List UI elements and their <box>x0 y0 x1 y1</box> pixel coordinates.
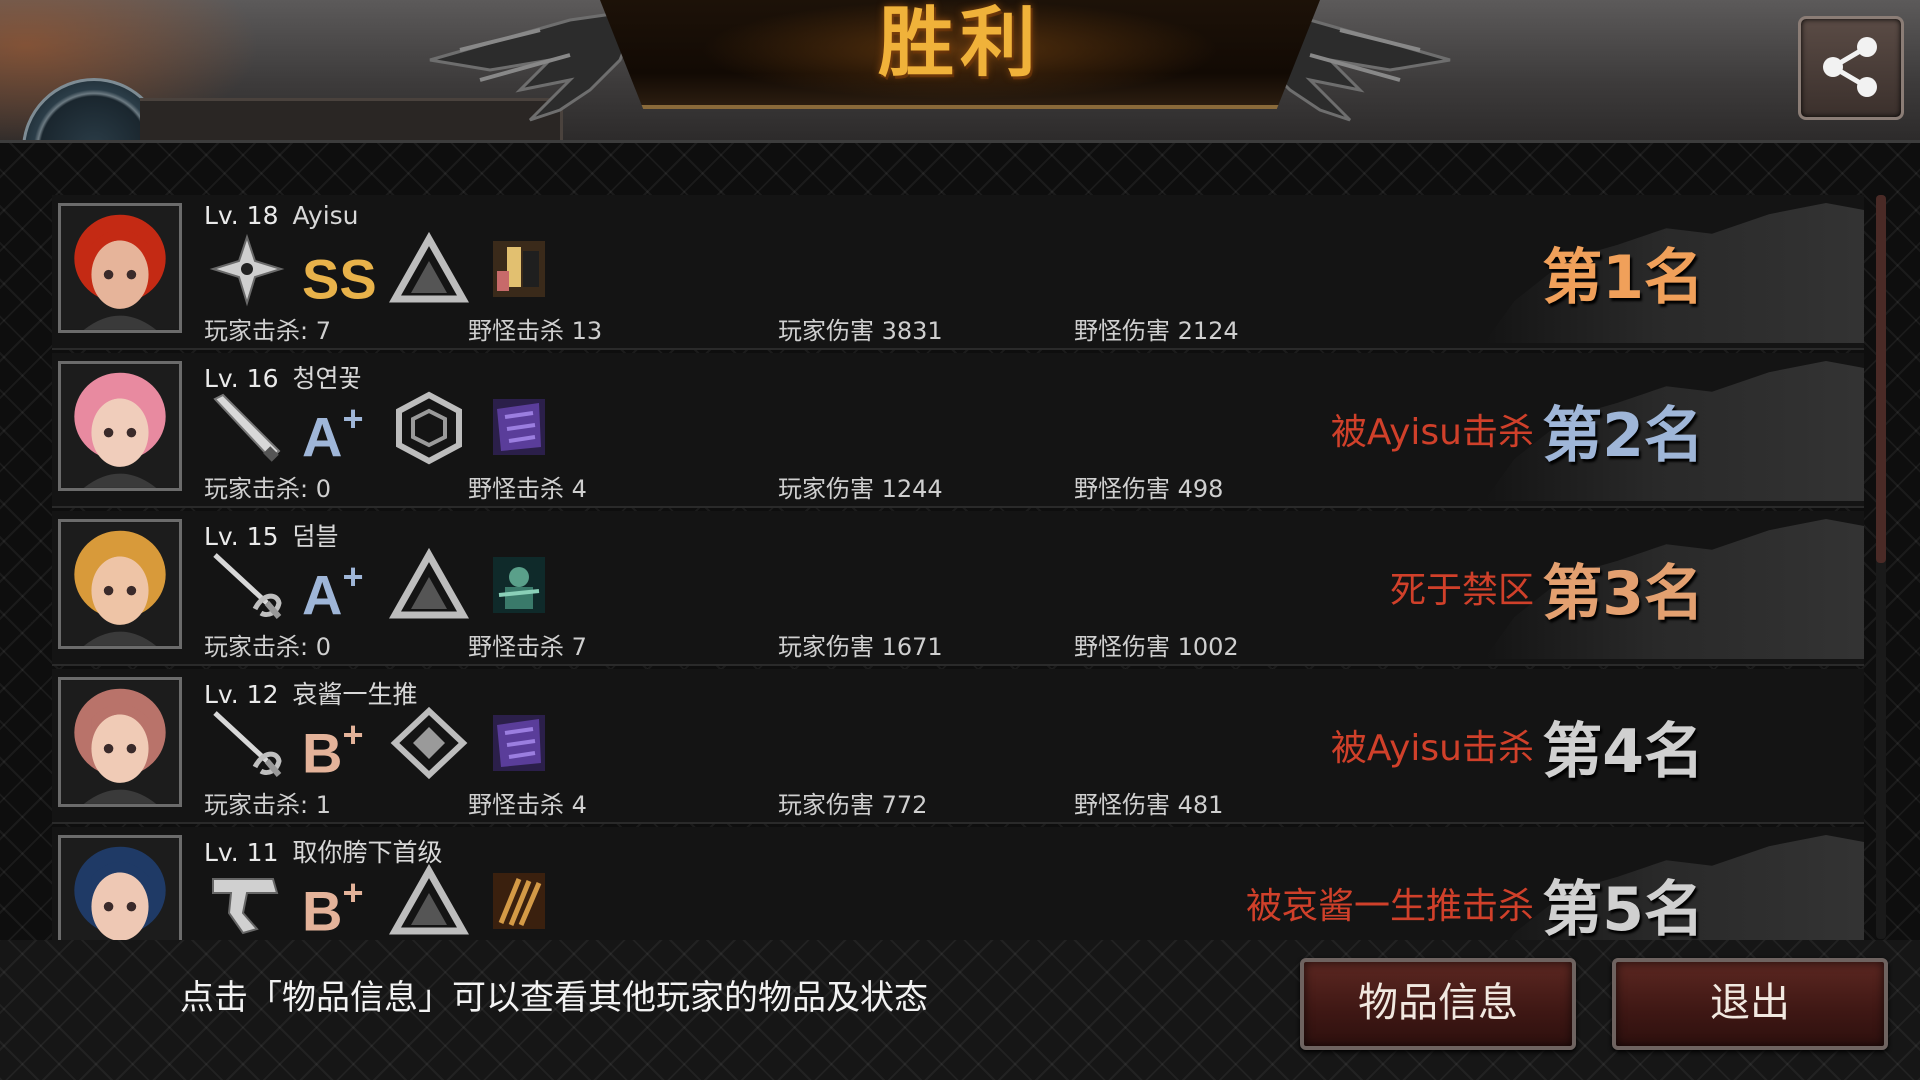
claw-icon[interactable] <box>479 863 559 939</box>
player-row[interactable]: Lv. 16 청연꽃 A+ 玩家击杀: 0 野怪击杀 4 玩家伤害 1244 野怪伤害 49… <box>52 353 1864 508</box>
player-kills: 玩家击杀: 0 <box>204 475 331 503</box>
player-portrait[interactable] <box>58 519 182 649</box>
rapier-icon[interactable] <box>207 547 287 623</box>
player-level-line: Lv. 18 Ayisu <box>204 201 359 230</box>
scrollbar[interactable] <box>1876 195 1886 939</box>
hexagon-icon[interactable] <box>389 389 469 465</box>
player-portrait[interactable] <box>58 677 182 807</box>
grade-badge: A+ <box>302 551 363 628</box>
item-info-button[interactable]: 物品信息 <box>1300 958 1576 1050</box>
grade-text: SS <box>302 247 377 311</box>
rank-label: 第4名 <box>1542 717 1704 787</box>
exit-button[interactable]: 退出 <box>1612 958 1888 1050</box>
diamond-icon[interactable] <box>389 705 469 781</box>
grade-plus: + <box>342 872 364 913</box>
monster-damage: 野怪伤害 1002 <box>1074 633 1239 661</box>
creature-icon[interactable] <box>479 389 559 465</box>
share-icon <box>1823 37 1877 97</box>
equipment-icons: A+ <box>207 389 567 469</box>
grade-plus: + <box>342 398 364 439</box>
grade-badge: B+ <box>302 867 363 943</box>
triangle-icon[interactable] <box>388 547 470 623</box>
player-damage: 玩家伤害 772 <box>778 791 928 819</box>
grade-text: B <box>302 721 343 785</box>
player-portrait[interactable] <box>58 203 182 333</box>
death-cause: 被Ayisu击杀 <box>1330 412 1534 453</box>
triangle-icon[interactable] <box>388 231 470 307</box>
top-scene: 胜利 <box>0 0 1920 222</box>
rank-label: 第5名 <box>1542 875 1704 943</box>
page-title: 胜利 <box>878 0 1042 87</box>
grade-badge: SS <box>302 235 377 312</box>
grade-text: A <box>302 563 343 627</box>
rank-label: 第3名 <box>1542 559 1704 629</box>
player-damage: 玩家伤害 1244 <box>778 475 943 503</box>
hint-text: 点击「物品信息」可以查看其他玩家的物品及状态 <box>180 978 928 1018</box>
monster-damage: 野怪伤害 498 <box>1074 475 1224 503</box>
results-panel: Lv. 18 Ayisu SS 玩家击杀: 7 野怪击杀 13 玩家伤害 3831 野怪伤害… <box>0 140 1920 943</box>
player-portrait[interactable] <box>58 835 182 943</box>
rank-label: 第1名 <box>1542 243 1704 313</box>
equipment-icons: A+ <box>207 547 567 627</box>
shuriken-icon[interactable] <box>207 231 287 307</box>
triangle-icon[interactable] <box>388 863 470 939</box>
equipment-icons: B+ <box>207 705 567 785</box>
share-button[interactable] <box>1798 16 1904 120</box>
monster-kills: 野怪击杀 4 <box>468 791 587 819</box>
soldier-icon[interactable] <box>479 547 559 623</box>
player-row[interactable]: Lv. 18 Ayisu SS 玩家击杀: 7 野怪击杀 13 玩家伤害 3831 野怪伤害… <box>52 195 1864 350</box>
player-kills: 玩家击杀: 0 <box>204 633 331 661</box>
portrait-icon[interactable] <box>479 231 559 307</box>
rapier-icon[interactable] <box>207 705 287 781</box>
grade-plus: + <box>342 714 364 755</box>
grade-badge: A+ <box>302 393 363 470</box>
equipment-icons: B+ <box>207 863 567 943</box>
death-cause: 死于禁区 <box>1389 570 1534 611</box>
grade-badge: B+ <box>302 709 363 786</box>
bat-icon[interactable] <box>207 389 287 465</box>
bottom-bar: 点击「物品信息」可以查看其他玩家的物品及状态 物品信息 退出 <box>0 940 1920 1080</box>
player-row[interactable]: Lv. 12 哀酱一生推 B+ 玩家击杀: 1 野怪击杀 4 玩家伤害 772 野怪伤害 4… <box>52 669 1864 824</box>
grade-text: B <box>302 879 343 943</box>
monster-damage: 野怪伤害 2124 <box>1074 317 1239 345</box>
creature-icon[interactable] <box>479 705 559 781</box>
equipment-icons: SS <box>207 231 567 311</box>
monster-kills: 野怪击杀 4 <box>468 475 587 503</box>
scrollbar-thumb[interactable] <box>1876 195 1886 563</box>
monster-kills: 野怪击杀 7 <box>468 633 587 661</box>
player-row[interactable]: Lv. 15 덤블 A+ 玩家击杀: 0 野怪击杀 7 玩家伤害 1671 野怪伤害 100… <box>52 511 1864 666</box>
player-kills: 玩家击杀: 7 <box>204 317 331 345</box>
player-list[interactable]: Lv. 18 Ayisu SS 玩家击杀: 7 野怪击杀 13 玩家伤害 3831 野怪伤害… <box>52 195 1864 943</box>
grade-text: A <box>302 405 343 469</box>
monster-damage: 野怪伤害 481 <box>1074 791 1224 819</box>
death-cause: 被Ayisu击杀 <box>1330 728 1534 769</box>
pistol-icon[interactable] <box>207 863 287 939</box>
player-kills: 玩家击杀: 1 <box>204 791 331 819</box>
rank-label: 第2名 <box>1542 401 1704 471</box>
player-damage: 玩家伤害 1671 <box>778 633 943 661</box>
death-cause: 被哀酱一生推击杀 <box>1245 886 1534 927</box>
player-level: Lv. 18 <box>204 201 279 230</box>
player-damage: 玩家伤害 3831 <box>778 317 943 345</box>
grade-plus: + <box>342 556 364 597</box>
player-portrait[interactable] <box>58 361 182 491</box>
player-row[interactable]: Lv. 11 取你胯下首级 B+ 被哀酱一生推击杀 第5名 <box>52 827 1864 943</box>
player-name[interactable]: Ayisu <box>293 201 359 230</box>
monster-kills: 野怪击杀 13 <box>468 317 603 345</box>
